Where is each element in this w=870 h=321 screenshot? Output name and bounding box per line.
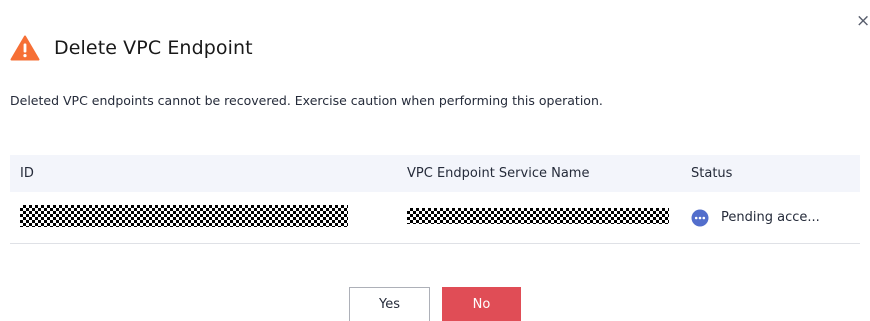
- dialog-header: Delete VPC Endpoint: [10, 34, 253, 62]
- cell-status: Pending acce...: [681, 209, 860, 227]
- redacted-id: [20, 204, 348, 227]
- warning-triangle-icon: [10, 35, 40, 61]
- yes-button[interactable]: Yes: [349, 287, 430, 321]
- status-label: Pending acce...: [721, 210, 820, 225]
- column-header-service-name: VPC Endpoint Service Name: [407, 166, 590, 181]
- column-header-id: ID: [20, 166, 34, 181]
- column-header-status: Status: [691, 166, 733, 181]
- redacted-service-name: [407, 207, 669, 224]
- cell-id: [10, 204, 397, 231]
- pending-status-icon: [691, 209, 709, 226]
- table-header: ID VPC Endpoint Service Name Status: [10, 155, 860, 192]
- dialog-title: Delete VPC Endpoint: [54, 37, 253, 59]
- table-row: Pending acce...: [10, 192, 860, 244]
- delete-vpc-endpoint-dialog: × Delete VPC Endpoint Deleted VPC endpoi…: [0, 0, 870, 321]
- endpoint-table: ID VPC Endpoint Service Name Status Pend…: [10, 155, 860, 244]
- no-button[interactable]: No: [442, 287, 521, 321]
- warning-description: Deleted VPC endpoints cannot be recovere…: [10, 93, 603, 108]
- cell-service-name: [397, 207, 681, 228]
- close-icon[interactable]: ×: [856, 10, 870, 32]
